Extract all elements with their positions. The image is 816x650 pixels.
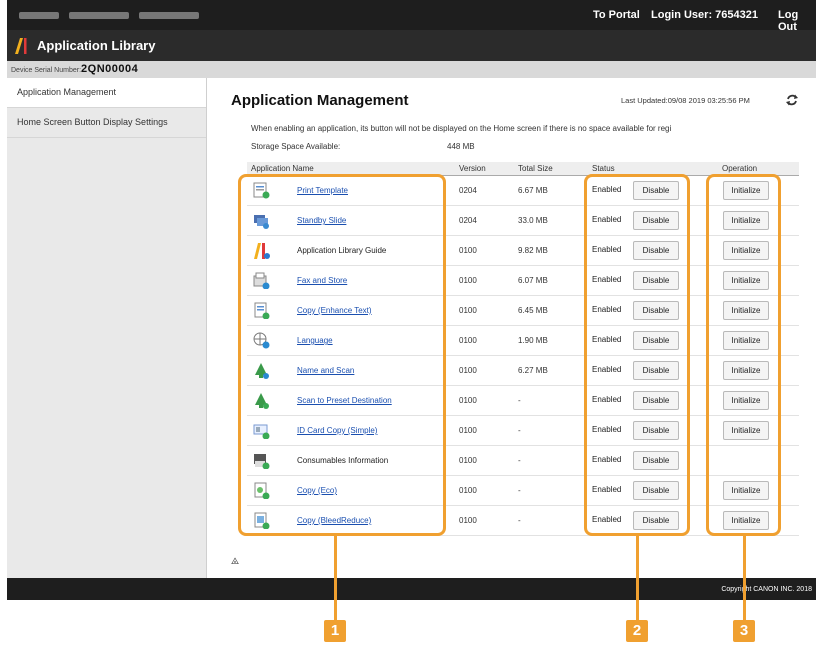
app-version: 0100 bbox=[459, 486, 477, 495]
callout-box-2 bbox=[584, 174, 690, 536]
app-version: 0100 bbox=[459, 426, 477, 435]
callout-line-1 bbox=[334, 536, 337, 621]
serial-number: 2QN00004 bbox=[81, 63, 139, 75]
serial-label: Device Serial Number: bbox=[11, 67, 82, 74]
app-total-size: 33.0 MB bbox=[518, 216, 548, 225]
sidebar-item-home-screen-button-settings[interactable]: Home Screen Button Display Settings bbox=[7, 108, 206, 138]
callout-box-1 bbox=[238, 174, 446, 536]
sidebar: Application Management Home Screen Butto… bbox=[7, 78, 207, 578]
storage-value: 448 MB bbox=[447, 142, 475, 151]
app-version: 0100 bbox=[459, 396, 477, 405]
storage-label: Storage Space Available: bbox=[251, 142, 341, 151]
callout-number-2: 2 bbox=[626, 620, 648, 642]
page-title: Application Management bbox=[231, 92, 409, 109]
app-library-logo-icon bbox=[15, 38, 27, 54]
app-version: 0100 bbox=[459, 366, 477, 375]
app-version: 0100 bbox=[459, 306, 477, 315]
browser-screen: To Portal Login User: 7654321 Log Out Ap… bbox=[7, 0, 816, 600]
serial-bar: Device Serial Number:2QN00004 bbox=[7, 61, 816, 78]
app-total-size: 6.07 MB bbox=[518, 276, 548, 285]
app-version: 0100 bbox=[459, 456, 477, 465]
app-total-size: - bbox=[518, 396, 521, 405]
app-total-size: - bbox=[518, 426, 521, 435]
header-total-size: Total Size bbox=[518, 164, 553, 173]
collapse-to-top-icon[interactable]: ⨻ bbox=[231, 556, 239, 567]
app-version: 0204 bbox=[459, 186, 477, 195]
app-title-bar: Application Library bbox=[7, 30, 816, 61]
sidebar-item-application-management[interactable]: Application Management bbox=[7, 78, 206, 108]
app-version: 0100 bbox=[459, 336, 477, 345]
callout-number-3: 3 bbox=[733, 620, 755, 642]
app-total-size: - bbox=[518, 486, 521, 495]
callout-line-3 bbox=[743, 536, 746, 621]
app-version: 0100 bbox=[459, 246, 477, 255]
header-version: Version bbox=[459, 164, 486, 173]
notice-text: When enabling an application, its button… bbox=[251, 124, 672, 133]
callout-number-1: 1 bbox=[324, 620, 346, 642]
app-total-size: 6.45 MB bbox=[518, 306, 548, 315]
header-status: Status bbox=[592, 164, 615, 173]
footer: Copyright CANON INC. 2018 bbox=[7, 578, 816, 600]
app-total-size: - bbox=[518, 516, 521, 525]
last-updated-text: Last Updated:09/08 2019 03:25:56 PM bbox=[621, 96, 750, 105]
app-total-size: 1.90 MB bbox=[518, 336, 548, 345]
header-application-name: Application Name bbox=[251, 164, 314, 173]
top-bar: To Portal Login User: 7654321 Log Out bbox=[7, 0, 816, 33]
app-version: 0100 bbox=[459, 276, 477, 285]
blurred-breadcrumb bbox=[19, 9, 199, 21]
app-total-size: 9.82 MB bbox=[518, 246, 548, 255]
app-total-size: 6.67 MB bbox=[518, 186, 548, 195]
login-user-label: Login User: 7654321 bbox=[651, 9, 758, 21]
app-total-size: - bbox=[518, 456, 521, 465]
copyright-text: Copyright CANON INC. 2018 bbox=[721, 586, 812, 593]
refresh-icon[interactable] bbox=[785, 93, 799, 107]
callout-box-3 bbox=[706, 174, 781, 536]
to-portal-link[interactable]: To Portal bbox=[593, 9, 640, 21]
app-total-size: 6.27 MB bbox=[518, 366, 548, 375]
app-version: 0204 bbox=[459, 216, 477, 225]
callout-line-2 bbox=[636, 536, 639, 621]
app-version: 0100 bbox=[459, 516, 477, 525]
header-operation: Operation bbox=[722, 164, 758, 173]
app-title: Application Library bbox=[37, 38, 156, 53]
